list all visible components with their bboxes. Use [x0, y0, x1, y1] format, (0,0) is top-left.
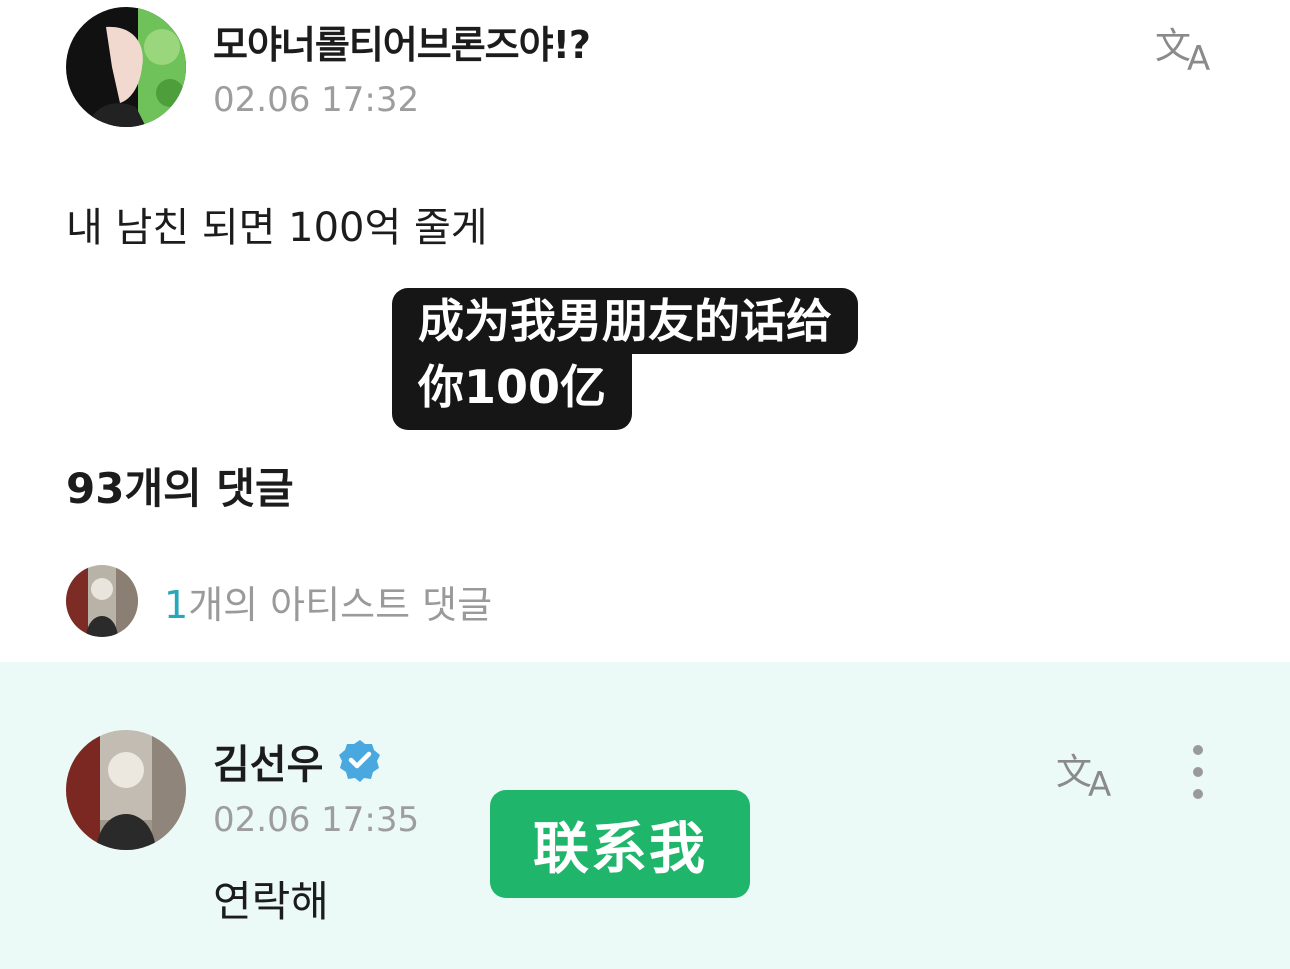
caption-overlay-green: 联系我: [490, 790, 750, 898]
artist-comment-count: 1: [164, 583, 189, 627]
post-author-name[interactable]: 모야너롤티어브론즈야!?: [213, 14, 591, 69]
svg-text:A: A: [1088, 765, 1111, 800]
svg-text:文: 文: [1056, 752, 1092, 793]
caption-overlay-line-1: 成为我男朋友的话给: [392, 288, 858, 354]
post-body-text: 내 남친 되면 100억 줄게: [66, 205, 488, 251]
caption-overlay-line-2: 你100亿: [392, 354, 633, 430]
artist-comments-link[interactable]: 1개의 아티스트 댓글: [164, 574, 492, 629]
comment-author-name[interactable]: 김선우: [213, 732, 323, 790]
svg-text:文: 文: [1155, 26, 1191, 67]
post-author-avatar[interactable]: [66, 7, 186, 127]
translate-icon[interactable]: 文 A: [1153, 18, 1223, 79]
verified-badge-icon: [338, 738, 382, 782]
artist-comment-avatar[interactable]: [66, 730, 186, 850]
comment-body-text: 연락해: [213, 877, 329, 926]
more-vertical-icon[interactable]: [1180, 740, 1216, 804]
svg-text:A: A: [1187, 39, 1210, 74]
comment-count-heading: 93개의 댓글: [66, 464, 294, 513]
translate-icon[interactable]: 文 A: [1054, 744, 1124, 805]
post-timestamp: 02.06 17:32: [213, 80, 420, 120]
artist-avatar-small[interactable]: [66, 565, 138, 637]
comment-timestamp: 02.06 17:35: [213, 800, 420, 840]
artist-comment-label: 개의 아티스트 댓글: [188, 583, 493, 627]
